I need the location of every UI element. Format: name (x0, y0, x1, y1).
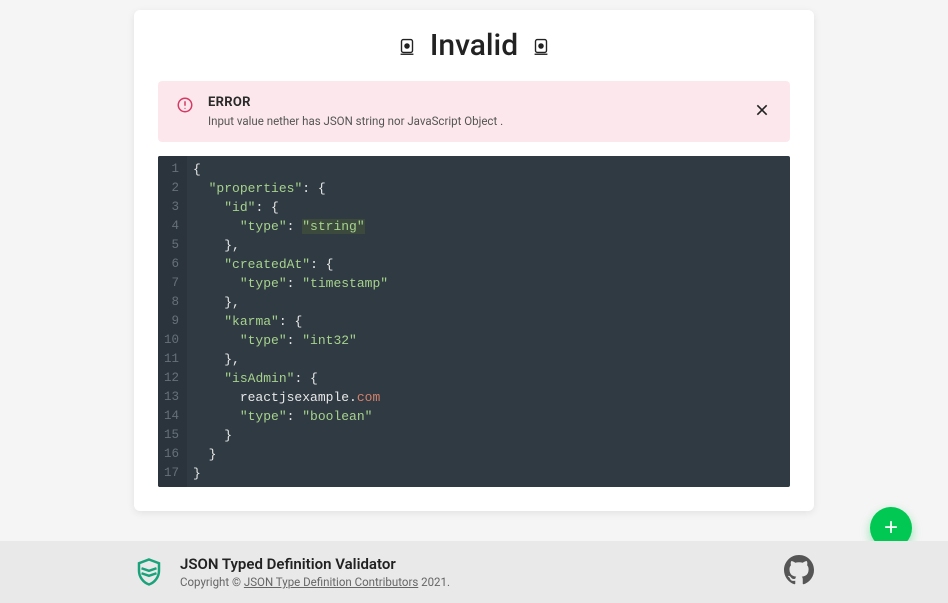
code-line: "isAdmin": { (193, 369, 388, 388)
line-number: 3 (164, 198, 179, 217)
copyright-year: 2021. (418, 575, 450, 589)
code-line: "karma": { (193, 312, 388, 331)
line-number: 14 (164, 407, 179, 426)
alarm-icon-right (530, 35, 552, 57)
error-body: ERROR Input value nether has JSON string… (208, 95, 738, 128)
line-number: 4 (164, 217, 179, 236)
line-number: 11 (164, 350, 179, 369)
line-number: 16 (164, 445, 179, 464)
code-line: "id": { (193, 198, 388, 217)
code-line: }, (193, 350, 388, 369)
error-banner: ERROR Input value nether has JSON string… (158, 81, 790, 142)
line-number: 1 (164, 160, 179, 179)
contributors-link[interactable]: JSON Type Definition Contributors (244, 575, 418, 589)
code-line: }, (193, 236, 388, 255)
error-title: ERROR (208, 95, 738, 110)
code-line: "createdAt": { (193, 255, 388, 274)
line-number: 12 (164, 369, 179, 388)
shield-icon (134, 557, 164, 587)
footer-inner: JSON Typed Definition Validator Copyrigh… (134, 555, 814, 589)
code-line: } (193, 464, 388, 483)
code-line: "type": "timestamp" (193, 274, 388, 293)
code-line: "type": "boolean" (193, 407, 388, 426)
code-line: { (193, 160, 388, 179)
github-link[interactable] (784, 555, 814, 589)
code-line: "type": "int32" (193, 331, 388, 350)
close-error-button[interactable] (752, 100, 772, 124)
github-icon (784, 555, 814, 585)
line-number: 15 (164, 426, 179, 445)
code-line: reactjsexample.com (193, 388, 388, 407)
page-title: Invalid (430, 28, 518, 63)
footer: JSON Typed Definition Validator Copyrigh… (0, 541, 948, 603)
line-number: 13 (164, 388, 179, 407)
plus-icon: + (884, 516, 898, 540)
error-message: Input value nether has JSON string nor J… (208, 114, 738, 128)
code-line: } (193, 445, 388, 464)
line-number: 6 (164, 255, 179, 274)
line-number: 17 (164, 464, 179, 483)
alarm-icon-left (396, 35, 418, 57)
code-line: }, (193, 293, 388, 312)
error-icon (176, 96, 194, 114)
title-row: Invalid (158, 28, 790, 63)
line-number: 2 (164, 179, 179, 198)
line-number: 5 (164, 236, 179, 255)
code-line: } (193, 426, 388, 445)
line-number: 10 (164, 331, 179, 350)
footer-copyright: Copyright © JSON Type Definition Contrib… (180, 575, 768, 589)
footer-text: JSON Typed Definition Validator Copyrigh… (180, 555, 768, 589)
line-number: 8 (164, 293, 179, 312)
code-editor[interactable]: 1234567891011121314151617 { "properties"… (158, 156, 790, 487)
code-body: { "properties": { "id": { "type": "strin… (187, 156, 398, 487)
code-line: "properties": { (193, 179, 388, 198)
line-number: 9 (164, 312, 179, 331)
close-icon (754, 102, 770, 118)
main-card: Invalid ERROR Input value nether has JSO… (134, 10, 814, 511)
code-line: "type": "string" (193, 217, 388, 236)
line-number: 7 (164, 274, 179, 293)
copyright-prefix: Copyright © (180, 575, 244, 589)
line-number-gutter: 1234567891011121314151617 (158, 156, 187, 487)
footer-title: JSON Typed Definition Validator (180, 555, 768, 573)
